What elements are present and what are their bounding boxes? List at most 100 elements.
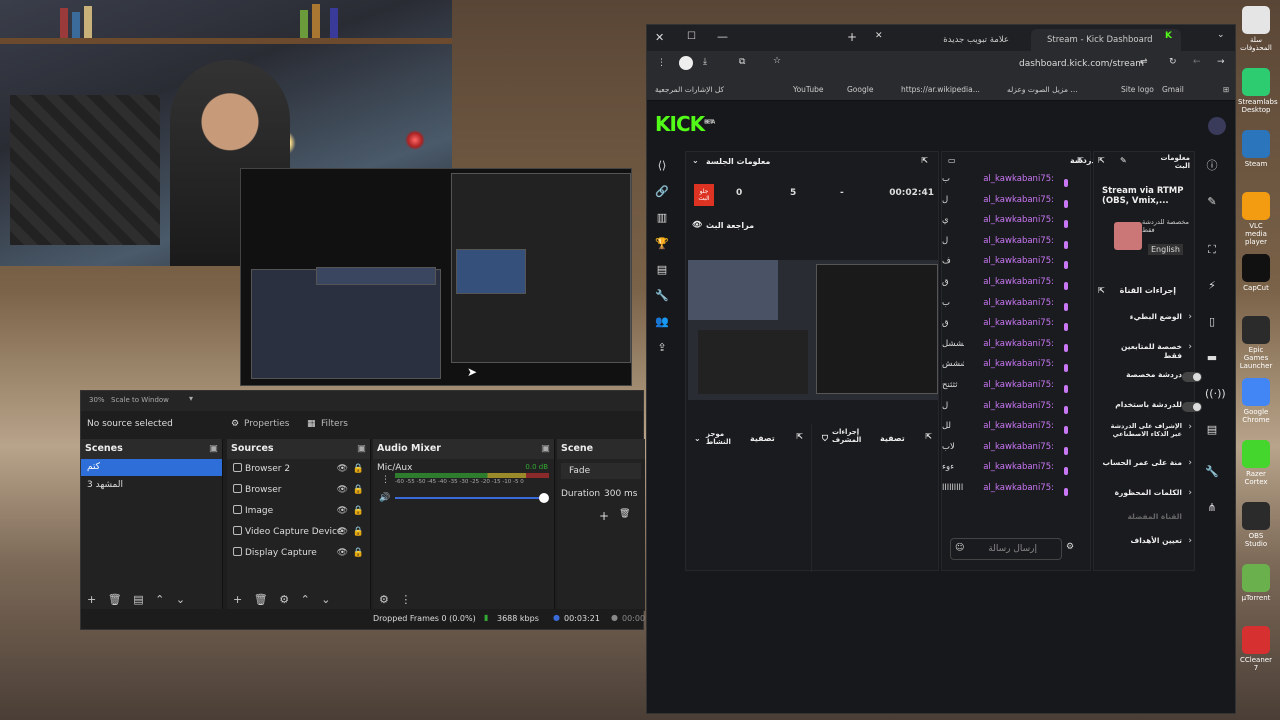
mod-actions-filter[interactable]: تصفية — [880, 434, 905, 443]
chevron-down-icon[interactable]: ⌄ — [692, 156, 699, 165]
chat-message[interactable]: ششششششششش al_kawkabani75: — [942, 359, 1078, 378]
chevron-right-icon[interactable]: › — [1188, 422, 1192, 432]
upload-icon[interactable]: ⇪ — [655, 341, 669, 355]
source-item[interactable]: Display Capture 👁 🔒 — [227, 543, 370, 564]
chat-message[interactable]: ق al_kawkabani75: — [942, 277, 1078, 296]
chevron-down-icon[interactable]: ⌄ — [1217, 30, 1225, 40]
desktop-shortcut[interactable]: µTorrent — [1238, 564, 1274, 602]
chat-icon[interactable]: ▬ — [1205, 351, 1219, 365]
chevron-right-icon[interactable]: › — [1188, 488, 1192, 498]
chevron-right-icon[interactable]: › — [1188, 536, 1192, 546]
arrow-down-icon[interactable]: ⌄ — [176, 593, 185, 606]
kebab-icon[interactable]: ⋮ — [657, 58, 666, 68]
kick-logo[interactable]: KICKBETA — [655, 112, 715, 136]
dock-icon[interactable]: ▣ — [357, 439, 366, 459]
link-icon[interactable]: 🔗 — [655, 185, 669, 199]
reload-icon[interactable]: ↻ — [1169, 57, 1177, 67]
trash-icon[interactable]: 🗑 — [108, 593, 122, 606]
source-item[interactable]: Video Capture Device 👁 🔒 — [227, 522, 370, 543]
external-link-icon[interactable]: ⇱ — [925, 432, 932, 441]
chat-message[interactable]: ل al_kawkabani75: — [942, 195, 1078, 214]
chevron-down-icon[interactable]: ⌄ — [694, 434, 701, 443]
extensions-icon[interactable]: ⧉ — [739, 57, 745, 67]
chat-username[interactable]: al_kawkabani75: — [983, 195, 1054, 205]
chat-message[interactable]: ب al_kawkabani75: — [942, 298, 1078, 317]
filter-icon[interactable]: ▤ — [133, 593, 143, 606]
apps-icon[interactable]: ⊞ — [1223, 85, 1229, 94]
pencil-icon[interactable]: ✎ — [1120, 156, 1127, 165]
chevron-right-icon[interactable]: › — [1188, 312, 1192, 322]
avatar[interactable] — [1208, 117, 1226, 135]
bookmark[interactable]: مزيل الصوت وعزله ... — [1007, 85, 1078, 94]
bookmark[interactable]: Gmail — [1162, 85, 1184, 94]
address-bar[interactable]: dashboard.kick.com/stream — [1019, 59, 1144, 69]
channel-action-item[interactable]: الوضع البطيء — [1102, 312, 1182, 321]
chat-message[interactable]: ب al_kawkabani75: — [942, 174, 1078, 193]
obs-preview[interactable]: ➤ — [240, 168, 632, 386]
close-tab-icon[interactable]: ✕ — [875, 31, 883, 41]
profile-icon[interactable] — [679, 56, 693, 70]
video-icon[interactable]: ▤ — [655, 263, 669, 277]
lock-icon[interactable]: 🔒 — [353, 522, 364, 543]
chat-message[interactable]: ءوء al_kawkabani75: — [942, 462, 1078, 481]
desktop-shortcut[interactable]: Google Chrome — [1238, 378, 1274, 424]
chevron-right-icon[interactable]: › — [1188, 342, 1192, 352]
lock-icon[interactable]: 🔒 — [353, 543, 364, 564]
desktop-shortcut[interactable]: Razer Cortex — [1238, 440, 1274, 486]
close-window-icon[interactable]: ✕ — [655, 31, 664, 44]
wrench-icon[interactable]: 🔧 — [1205, 465, 1219, 479]
dock-icon[interactable]: ▣ — [541, 439, 550, 459]
chat-username[interactable]: al_kawkabani75: — [983, 318, 1054, 328]
bookmark[interactable]: كل الإشارات المرجعية — [655, 85, 724, 94]
chat-message[interactable]: ششششل al_kawkabani75: — [942, 339, 1078, 358]
wrench-icon[interactable]: 🔧 — [655, 289, 669, 303]
bookmark[interactable]: Site logo — [1121, 85, 1154, 94]
trash-icon[interactable]: 🗑 — [254, 593, 268, 606]
chat-username[interactable]: al_kawkabani75: — [983, 215, 1054, 225]
chat-username[interactable]: al_kawkabani75: — [983, 277, 1054, 287]
external-link-icon[interactable]: ⇱ — [1077, 156, 1084, 165]
channel-action-item[interactable]: دردشة مخصصة — [1102, 370, 1182, 379]
kebab-icon[interactable]: ⋮ — [381, 475, 390, 485]
duration-input[interactable]: 300 ms — [604, 489, 638, 499]
settings-icon[interactable]: ⚙ — [1066, 542, 1074, 552]
external-link-icon[interactable]: ⇱ — [921, 156, 928, 165]
chat-message[interactable]: ق al_kawkabani75: — [942, 318, 1078, 337]
properties-button[interactable]: Properties — [244, 419, 289, 429]
chat-username[interactable]: al_kawkabani75: — [983, 174, 1054, 184]
channel-action-item[interactable]: الإشراف على الدردشة عبر الذكاء الاصطناعي — [1102, 422, 1182, 438]
add-icon[interactable]: + — [87, 593, 96, 606]
arrow-up-icon[interactable]: ⌃ — [301, 593, 310, 606]
stats-icon[interactable]: ▥ — [655, 211, 669, 225]
chat-message[interactable]: ف al_kawkabani75: — [942, 256, 1078, 275]
bookmark[interactable]: YouTube — [793, 85, 824, 94]
eye-icon[interactable]: 👁 — [337, 522, 348, 543]
desktop-shortcut[interactable]: Streamlabs Desktop — [1238, 68, 1278, 114]
star-icon[interactable]: ☆ — [773, 56, 781, 66]
broadcast-icon[interactable]: ((·)) — [1205, 387, 1226, 401]
kebab-icon[interactable]: ⋮ — [400, 593, 411, 606]
chat-username[interactable]: al_kawkabani75: — [983, 359, 1054, 369]
channel-action-item[interactable]: القناة المفضلة — [1102, 512, 1182, 521]
download-icon[interactable]: ⤓ — [703, 57, 707, 67]
external-link-icon[interactable]: ⇱ — [796, 432, 803, 441]
chat-input[interactable]: إرسال رسالة ☺ — [950, 538, 1062, 560]
users-icon[interactable]: 👥 — [655, 315, 669, 329]
chat-username[interactable]: al_kawkabani75: — [983, 442, 1054, 452]
pencil-icon[interactable]: ✎ — [1205, 195, 1219, 209]
arrow-down-icon[interactable]: ⌄ — [321, 593, 330, 606]
desktop-shortcut[interactable]: VLC media player — [1238, 192, 1274, 246]
desktop-shortcut[interactable]: Epic Games Launcher — [1238, 316, 1274, 370]
forward-icon[interactable]: → — [1217, 57, 1225, 67]
add-icon[interactable]: + — [233, 593, 242, 606]
info-icon[interactable]: ⓘ — [1205, 159, 1219, 173]
tab-kick-dashboard[interactable]: Stream - Kick Dashboard — [1031, 29, 1181, 51]
chat-username[interactable]: al_kawkabani75: — [983, 236, 1054, 246]
new-tab-icon[interactable]: + — [847, 30, 857, 44]
filters-button[interactable]: Filters — [321, 419, 348, 429]
trophy-icon[interactable]: 🏆 — [655, 237, 669, 251]
external-link-icon[interactable]: ⇱ — [1098, 156, 1105, 165]
external-link-icon[interactable]: ⇱ — [1098, 286, 1105, 295]
toggle-switch[interactable] — [1182, 402, 1202, 412]
channel-action-item[interactable]: خصصة للمتابعين فقط — [1102, 342, 1182, 360]
